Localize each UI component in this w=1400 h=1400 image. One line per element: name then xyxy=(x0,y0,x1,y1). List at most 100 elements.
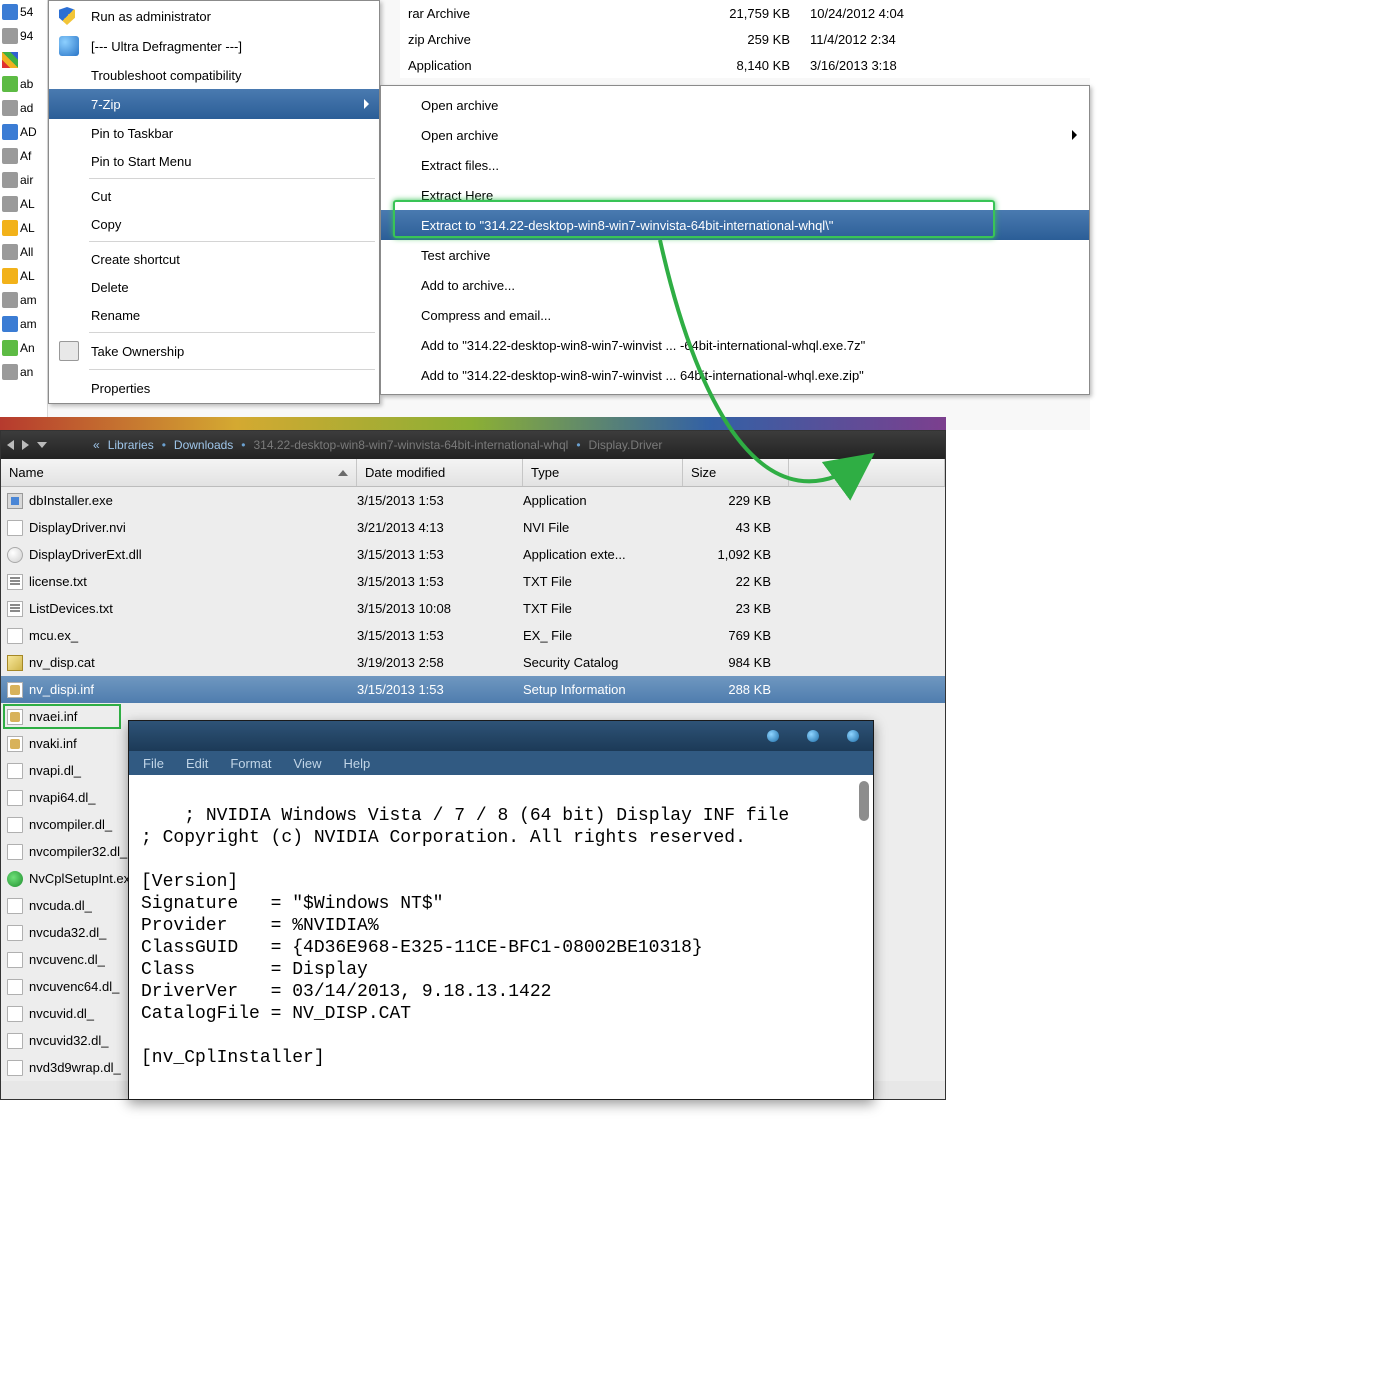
breadcrumb-libraries[interactable]: Libraries xyxy=(108,438,154,452)
inf-icon xyxy=(7,682,23,698)
sidebar-item[interactable]: AL xyxy=(0,216,47,240)
file-icon xyxy=(2,268,18,284)
notepad-text-area[interactable]: ; NVIDIA Windows Vista / 7 / 8 (64 bit) … xyxy=(129,775,873,1099)
col-header-type[interactable]: Type xyxy=(523,459,683,486)
col-header-name[interactable]: Name xyxy=(1,459,357,486)
file-row[interactable]: Application8,140 KB3/16/2013 3:18 xyxy=(400,52,1090,78)
context-menu: Run as administrator [--- Ultra Defragme… xyxy=(48,0,380,404)
notepad-menu-edit[interactable]: Edit xyxy=(186,756,208,771)
sidebar-item[interactable]: AD xyxy=(0,120,47,144)
file-name: nvcuvid.dl_ xyxy=(29,1006,94,1021)
ctx-7zip[interactable]: 7-Zip xyxy=(49,89,379,119)
scrollbar-thumb[interactable] xyxy=(859,781,869,821)
sort-asc-icon xyxy=(338,470,348,476)
ctx-ultra-defrag[interactable]: [--- Ultra Defragmenter ---] xyxy=(49,31,379,61)
ctx-properties[interactable]: Properties xyxy=(49,373,379,403)
ctx-copy[interactable]: Copy xyxy=(49,210,379,238)
ctx-pin-taskbar[interactable]: Pin to Taskbar xyxy=(49,119,379,147)
file-name: nvcuvid32.dl_ xyxy=(29,1033,109,1048)
file-row[interactable]: nv_disp.cat3/19/2013 2:58Security Catalo… xyxy=(1,649,945,676)
ctx-pin-start[interactable]: Pin to Start Menu xyxy=(49,147,379,175)
sidebar-item[interactable]: 54 xyxy=(0,0,47,24)
file-row[interactable]: DisplayDriverExt.dll3/15/2013 1:53Applic… xyxy=(1,541,945,568)
file-row[interactable]: rar Archive21,759 KB10/24/2012 4:04 xyxy=(400,0,1090,26)
window-close-icon[interactable] xyxy=(847,730,859,742)
notepad-menu-help[interactable]: Help xyxy=(343,756,370,771)
ctx-run-as-admin[interactable]: Run as administrator xyxy=(49,1,379,31)
nav-back-icon[interactable] xyxy=(7,440,14,450)
file-row[interactable]: dbInstaller.exe3/15/2013 1:53Application… xyxy=(1,487,945,514)
sub-open-archive-1[interactable]: Open archive xyxy=(381,90,1089,120)
file-row[interactable]: nv_dispi.inf3/15/2013 1:53Setup Informat… xyxy=(1,676,945,703)
file-type: NVI File xyxy=(523,520,683,535)
nav-forward-icon[interactable] xyxy=(22,440,29,450)
sub-open-archive-2[interactable]: Open archive xyxy=(381,120,1089,150)
breadcrumb-downloads[interactable]: Downloads xyxy=(174,438,233,452)
7zip-submenu: Open archive Open archive Extract files.… xyxy=(380,85,1090,395)
ctx-troubleshoot[interactable]: Troubleshoot compatibility xyxy=(49,61,379,89)
col-header-date[interactable]: Date modified xyxy=(357,459,523,486)
notepad-menu-format[interactable]: Format xyxy=(230,756,271,771)
sidebar-item[interactable]: All xyxy=(0,240,47,264)
page-icon xyxy=(7,1006,23,1022)
sub-add-to-archive[interactable]: Add to archive... xyxy=(381,270,1089,300)
file-type: Application exte... xyxy=(523,547,683,562)
sidebar-item[interactable]: An xyxy=(0,336,47,360)
file-name: nv_disp.cat xyxy=(29,655,95,670)
notepad-titlebar[interactable] xyxy=(129,721,873,751)
file-date: 3/15/2013 1:53 xyxy=(357,682,523,697)
ctx-create-shortcut[interactable]: Create shortcut xyxy=(49,245,379,273)
sidebar-item[interactable]: ab xyxy=(0,72,47,96)
sidebar-item[interactable] xyxy=(0,48,47,72)
file-icon xyxy=(2,76,18,92)
sub-compress-email[interactable]: Compress and email... xyxy=(381,300,1089,330)
window-min-icon[interactable] xyxy=(767,730,779,742)
ctx-delete[interactable]: Delete xyxy=(49,273,379,301)
file-name: nvapi.dl_ xyxy=(29,763,81,778)
sidebar-item[interactable]: air xyxy=(0,168,47,192)
file-row[interactable]: mcu.ex_3/15/2013 1:53EX_ File769 KB xyxy=(1,622,945,649)
sidebar-item[interactable]: 94 xyxy=(0,24,47,48)
sidebar-item[interactable]: Af xyxy=(0,144,47,168)
sub-add-7z[interactable]: Add to "314.22-desktop-win8-win7-winvist… xyxy=(381,330,1089,360)
nav-history-icon[interactable] xyxy=(37,442,47,448)
sidebar-item[interactable]: ad xyxy=(0,96,47,120)
file-size: 259 KB xyxy=(680,32,810,47)
file-icon xyxy=(2,364,18,380)
file-row[interactable]: license.txt3/15/2013 1:53TXT File22 KB xyxy=(1,568,945,595)
file-icon xyxy=(2,4,18,20)
file-name: nvaei.inf xyxy=(29,709,77,724)
sub-test-archive[interactable]: Test archive xyxy=(381,240,1089,270)
col-header-size[interactable]: Size xyxy=(683,459,789,486)
sidebar-item[interactable]: AL xyxy=(0,192,47,216)
ctx-cut[interactable]: Cut xyxy=(49,182,379,210)
breadcrumb-prev[interactable]: « xyxy=(93,438,100,452)
notepad-menu-file[interactable]: File xyxy=(143,756,164,771)
file-size: 229 KB xyxy=(683,493,789,508)
sidebar-item[interactable]: am xyxy=(0,312,47,336)
file-date: 10/24/2012 4:04 xyxy=(810,6,1010,21)
notepad-menu-view[interactable]: View xyxy=(294,756,322,771)
ctx-rename[interactable]: Rename xyxy=(49,301,379,329)
breadcrumb-display-driver[interactable]: Display.Driver xyxy=(589,438,663,452)
sub-extract-files[interactable]: Extract files... xyxy=(381,150,1089,180)
page-icon xyxy=(7,1033,23,1049)
window-max-icon[interactable] xyxy=(807,730,819,742)
sub-extract-to-folder[interactable]: Extract to "314.22-desktop-win8-win7-win… xyxy=(381,210,1089,240)
breadcrumb-sep-icon: • xyxy=(162,438,166,452)
file-icon xyxy=(2,52,18,68)
file-row[interactable]: zip Archive259 KB11/4/2012 2:34 xyxy=(400,26,1090,52)
file-type: Application xyxy=(523,493,683,508)
sidebar-item[interactable]: an xyxy=(0,360,47,384)
breadcrumb-folder[interactable]: 314.22-desktop-win8-win7-winvista-64bit-… xyxy=(254,438,569,452)
file-row[interactable]: DisplayDriver.nvi3/21/2013 4:13NVI File4… xyxy=(1,514,945,541)
sub-add-zip[interactable]: Add to "314.22-desktop-win8-win7-winvist… xyxy=(381,360,1089,390)
file-row[interactable]: ListDevices.txt3/15/2013 10:08TXT File23… xyxy=(1,595,945,622)
page-icon xyxy=(7,763,23,779)
file-icon xyxy=(2,244,18,260)
sidebar-item[interactable]: am xyxy=(0,288,47,312)
file-name: nvcuda.dl_ xyxy=(29,898,92,913)
ctx-take-ownership[interactable]: Take Ownership xyxy=(49,336,379,366)
sidebar-item[interactable]: AL xyxy=(0,264,47,288)
sub-extract-here[interactable]: Extract Here xyxy=(381,180,1089,210)
